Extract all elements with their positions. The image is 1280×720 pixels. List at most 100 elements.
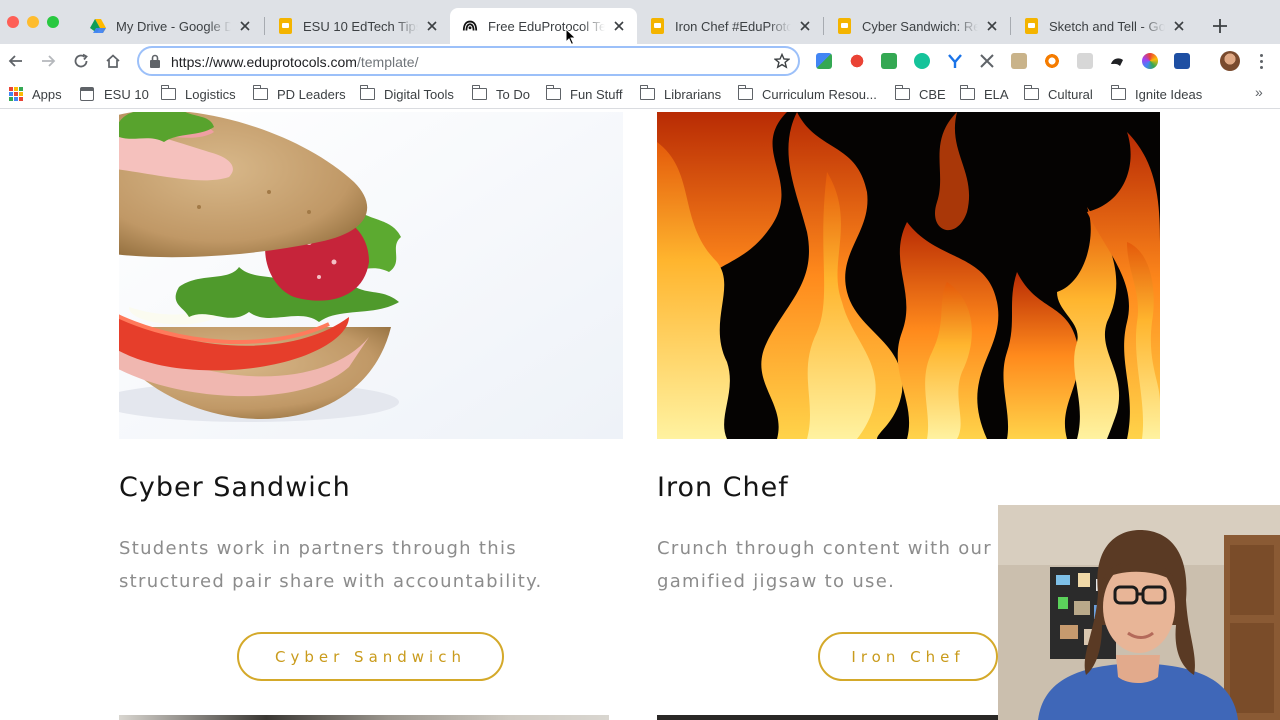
bookmark-label: Digital Tools: [384, 86, 454, 102]
back-button[interactable]: [6, 51, 26, 71]
folder-icon: [1023, 85, 1039, 100]
bookmark-folder-cultural[interactable]: Cultural: [1023, 85, 1093, 103]
bookmark-esu10[interactable]: ESU 10: [80, 85, 149, 103]
url-text: https://www.eduprotocols.com/template/: [171, 54, 418, 70]
plus-icon: [1213, 19, 1227, 33]
bookmark-star-icon[interactable]: [773, 52, 791, 74]
window-minimize-button[interactable]: [27, 16, 39, 28]
next-card-image: [119, 715, 609, 720]
bookmark-folder-curriculum[interactable]: Curriculum Resou...: [737, 85, 877, 103]
bookmark-label: PD Leaders: [277, 86, 346, 102]
new-tab-button[interactable]: [1210, 16, 1230, 36]
bookmark-folder-logistics[interactable]: Logistics: [160, 85, 236, 103]
folder-icon: [1110, 85, 1126, 100]
folder-icon: [471, 85, 487, 100]
bookmark-apps[interactable]: Apps: [9, 85, 62, 103]
window-zoom-button[interactable]: [47, 16, 59, 28]
bookmark-folder-digital-tools[interactable]: Digital Tools: [359, 85, 454, 103]
card-description-line: Students work in partners through this: [119, 538, 517, 559]
forward-button[interactable]: [38, 51, 58, 71]
tab-iron-chef[interactable]: Iron Chef #EduProtocol: [637, 8, 823, 44]
tab-sketch-and-tell[interactable]: Sketch and Tell - Google Slides: [1011, 8, 1197, 44]
bookmark-folder-ignite-ideas[interactable]: Ignite Ideas: [1110, 85, 1203, 103]
reload-icon: [74, 53, 88, 68]
bookmark-folder-cbe[interactable]: CBE: [894, 85, 946, 103]
google-slides-icon: [836, 18, 852, 34]
close-icon[interactable]: [611, 18, 627, 34]
forward-arrow-icon: [42, 55, 56, 67]
iron-chef-button[interactable]: Iron Chef: [818, 632, 998, 681]
bookmark-label: Cultural: [1048, 86, 1093, 102]
card-title: Iron Chef: [657, 472, 789, 503]
browser-menu-icon[interactable]: [1256, 52, 1266, 70]
close-icon[interactable]: [424, 18, 440, 34]
tab-cyber-sandwich[interactable]: Cyber Sandwich: Reliable: [824, 8, 1010, 44]
folder-icon: [894, 85, 910, 100]
bookmark-label: Librarians: [664, 86, 722, 102]
card-description: Crunch through content with our gamified…: [657, 532, 992, 598]
url-host: https://www.eduprotocols.com: [171, 54, 357, 70]
bookmark-folder-librarians[interactable]: Librarians: [639, 85, 722, 103]
extension-icon[interactable]: [816, 53, 832, 69]
browser-toolbar: https://www.eduprotocols.com/template/: [0, 44, 1280, 78]
home-button[interactable]: [103, 51, 123, 71]
reload-button[interactable]: [71, 51, 91, 71]
calendar-icon: [80, 87, 94, 101]
google-slides-icon: [649, 18, 665, 34]
bookmark-folder-fun-stuff[interactable]: Fun Stuff: [545, 85, 623, 103]
extension-icon[interactable]: [849, 53, 865, 69]
grammarly-icon[interactable]: [914, 53, 930, 69]
folder-icon: [545, 85, 561, 100]
webcam-overlay: [998, 505, 1280, 720]
tab-title: My Drive - Google Drive: [116, 18, 231, 34]
card-description: Students work in partners through this s…: [119, 532, 543, 598]
bookmark-label: To Do: [496, 86, 530, 102]
sandwich-photo: [119, 112, 623, 439]
tab-eduprotocol-templates[interactable]: Free EduProtocol Templates: [450, 8, 637, 44]
bookmarks-bar: Apps ESU 10 Logistics PD Leaders Digital…: [0, 78, 1280, 109]
close-icon[interactable]: [984, 18, 1000, 34]
bookmark-folder-to-do[interactable]: To Do: [471, 85, 530, 103]
bookmark-label: ESU 10: [104, 86, 149, 102]
extension-icon[interactable]: [881, 53, 897, 69]
bookmark-label: ELA: [984, 86, 1009, 102]
color-picker-icon[interactable]: [1142, 53, 1158, 69]
bookmark-folder-pd-leaders[interactable]: PD Leaders: [252, 85, 346, 103]
close-icon[interactable]: [1171, 18, 1187, 34]
google-drive-icon: [90, 18, 106, 34]
profile-avatar[interactable]: [1220, 51, 1240, 71]
folder-icon: [252, 85, 268, 100]
cyber-sandwich-button[interactable]: Cyber Sandwich: [237, 632, 504, 681]
bookmark-label: Curriculum Resou...: [762, 86, 877, 102]
close-icon[interactable]: [237, 18, 253, 34]
address-bar[interactable]: https://www.eduprotocols.com/template/: [137, 46, 800, 76]
extension-icon[interactable]: [1044, 53, 1060, 69]
extension-icon[interactable]: [1174, 53, 1190, 69]
bookmark-label: CBE: [919, 86, 946, 102]
extension-icon[interactable]: [1077, 53, 1093, 69]
extension-icon[interactable]: [1011, 53, 1027, 69]
tab-title: Iron Chef #EduProtocol: [675, 18, 791, 34]
bookmarks-overflow-button[interactable]: »: [1255, 84, 1263, 100]
tab-esu10-edtech[interactable]: ESU 10 EdTech Tips & Tricks: [265, 8, 450, 44]
folder-icon: [160, 85, 176, 100]
window-close-button[interactable]: [7, 16, 19, 28]
bookmark-folder-ela[interactable]: ELA: [959, 85, 1009, 103]
bookmark-label: Logistics: [185, 86, 236, 102]
bookmark-label: Ignite Ideas: [1135, 86, 1203, 102]
home-icon: [106, 54, 120, 68]
back-arrow-icon: [8, 55, 22, 67]
tab-my-drive[interactable]: My Drive - Google Drive: [78, 8, 263, 44]
google-slides-icon: [277, 18, 293, 34]
folder-icon: [639, 85, 655, 100]
scissors-icon[interactable]: [979, 53, 995, 69]
tab-title: Sketch and Tell - Google Slides: [1049, 18, 1165, 34]
extension-icon[interactable]: [947, 53, 963, 69]
close-icon[interactable]: [797, 18, 813, 34]
apps-grid-icon: [9, 87, 23, 101]
flames-photo: [657, 112, 1160, 439]
extension-icon[interactable]: [1109, 53, 1125, 69]
folder-icon: [359, 85, 375, 100]
lock-icon[interactable]: [149, 54, 161, 73]
folder-icon: [959, 85, 975, 100]
